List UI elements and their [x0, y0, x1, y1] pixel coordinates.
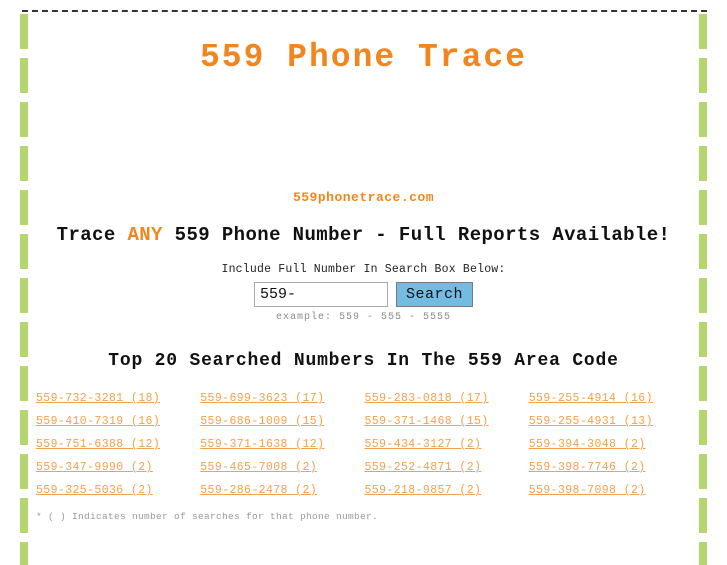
phone-number-link[interactable]: 559-252-4871 (2) [365, 461, 482, 474]
search-instruction: Include Full Number In Search Box Below: [221, 263, 506, 277]
frame-left-green-dashes [20, 14, 28, 565]
phone-number-link[interactable]: 559-686-1009 (15) [200, 415, 324, 428]
list-item: 559-394-3048 (2) [529, 437, 693, 451]
phone-number-link[interactable]: 559-347-9990 (2) [36, 461, 153, 474]
page-title: 559 Phone Trace [199, 39, 528, 76]
list-item: 559-410-7319 (16) [36, 414, 200, 428]
tagline: Trace ANY 559 Phone Number - Full Report… [28, 205, 699, 246]
list-item: 559-255-4931 (13) [529, 414, 693, 428]
phone-number-link[interactable]: 559-371-1638 (12) [200, 438, 324, 451]
list-item: 559-398-7098 (2) [529, 483, 693, 497]
search-example-hint: example: 559 - 555 - 5555 [275, 312, 452, 324]
search-button[interactable]: Search [395, 282, 473, 308]
list-item: 559-218-9857 (2) [365, 483, 529, 497]
frame-right-green-dashes [699, 14, 707, 565]
phone-number-link[interactable]: 559-394-3048 (2) [529, 438, 646, 451]
phone-number-link[interactable]: 559-434-3127 (2) [365, 438, 482, 451]
phone-number-link[interactable]: 559-465-7008 (2) [200, 461, 317, 474]
list-item: 559-751-6388 (12) [36, 437, 200, 451]
phone-number-link[interactable]: 559-218-9857 (2) [365, 484, 482, 497]
list-item: 559-252-4871 (2) [365, 460, 529, 474]
phone-number-link[interactable]: 559-398-7098 (2) [529, 484, 646, 497]
search-input[interactable] [253, 282, 388, 308]
page-content: 559 Phone Trace 559phonetrace.com Trace … [28, 10, 699, 545]
tagline-highlight: ANY [127, 224, 163, 247]
phone-number-link[interactable]: 559-283-0818 (17) [365, 392, 489, 405]
list-item: 559-255-4914 (16) [529, 391, 693, 405]
phone-number-link[interactable]: 559-255-4914 (16) [529, 392, 653, 405]
list-item: 559-699-3623 (17) [200, 391, 364, 405]
phone-number-link[interactable]: 559-286-2478 (2) [200, 484, 317, 497]
top-numbers-heading: Top 20 Searched Numbers In The 559 Area … [108, 351, 619, 372]
list-item: 559-286-2478 (2) [200, 483, 364, 497]
search-form: Search [28, 276, 699, 308]
list-item: 559-434-3127 (2) [365, 437, 529, 451]
search-count-footnote: * ( ) Indicates number of searches for t… [36, 511, 379, 523]
phone-number-link[interactable]: 559-371-1468 (15) [365, 415, 489, 428]
tagline-text-before: Trace [56, 224, 128, 247]
list-item: 559-398-7746 (2) [529, 460, 693, 474]
list-item: 559-325-5036 (2) [36, 483, 200, 497]
list-item: 559-283-0818 (17) [365, 391, 529, 405]
site-domain-label: 559phonetrace.com [292, 190, 435, 206]
top-numbers-grid: 559-732-3281 (18) 559-699-3623 (17) 559-… [28, 371, 699, 497]
phone-number-link[interactable]: 559-699-3623 (17) [200, 392, 324, 405]
phone-number-link[interactable]: 559-325-5036 (2) [36, 484, 153, 497]
advertisement-slot [28, 76, 699, 186]
list-item: 559-347-9990 (2) [36, 460, 200, 474]
list-item: 559-686-1009 (15) [200, 414, 364, 428]
phone-number-link[interactable]: 559-751-6388 (12) [36, 438, 160, 451]
list-item: 559-732-3281 (18) [36, 391, 200, 405]
phone-number-link[interactable]: 559-398-7746 (2) [529, 461, 646, 474]
list-item: 559-465-7008 (2) [200, 460, 364, 474]
tagline-text-after: 559 Phone Number - Full Reports Availabl… [162, 224, 671, 247]
phone-number-link[interactable]: 559-732-3281 (18) [36, 392, 160, 405]
phone-number-link[interactable]: 559-255-4931 (13) [529, 415, 653, 428]
phone-number-link[interactable]: 559-410-7319 (16) [36, 415, 160, 428]
list-item: 559-371-1468 (15) [365, 414, 529, 428]
list-item: 559-371-1638 (12) [200, 437, 364, 451]
